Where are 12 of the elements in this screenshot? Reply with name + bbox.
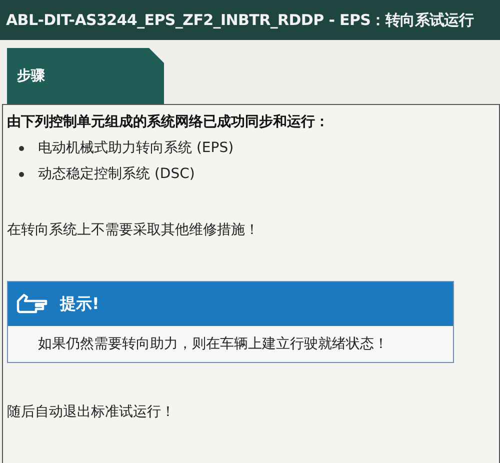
intro-text: 由下列控制单元组成的系统网络已成功同步和运行： bbox=[7, 113, 330, 131]
bullet-icon bbox=[19, 146, 24, 150]
tab[interactable]: 步骤 bbox=[7, 48, 164, 104]
window-title: ABL-DIT-AS3244_EPS_ZF2_INBTR_RDDP - EPS：转向系试运行 bbox=[6, 10, 474, 30]
list-item: 电动机械式助力转向系统 (EPS) bbox=[38, 139, 234, 157]
bullet-icon bbox=[19, 172, 24, 176]
footer-text: 随后自动退出标准试运行！ bbox=[7, 403, 176, 421]
hint-title: 提示! bbox=[60, 294, 100, 314]
list-item: 动态稳定控制系统 (DSC) bbox=[38, 165, 195, 183]
pointing-hand-icon bbox=[16, 293, 50, 315]
hint-text: 如果仍然需要转向助力，则在车辆上建立行驶就绪状态！ bbox=[37, 335, 389, 354]
message-text: 在转向系统上不需要采取其他维修措施！ bbox=[7, 221, 260, 239]
